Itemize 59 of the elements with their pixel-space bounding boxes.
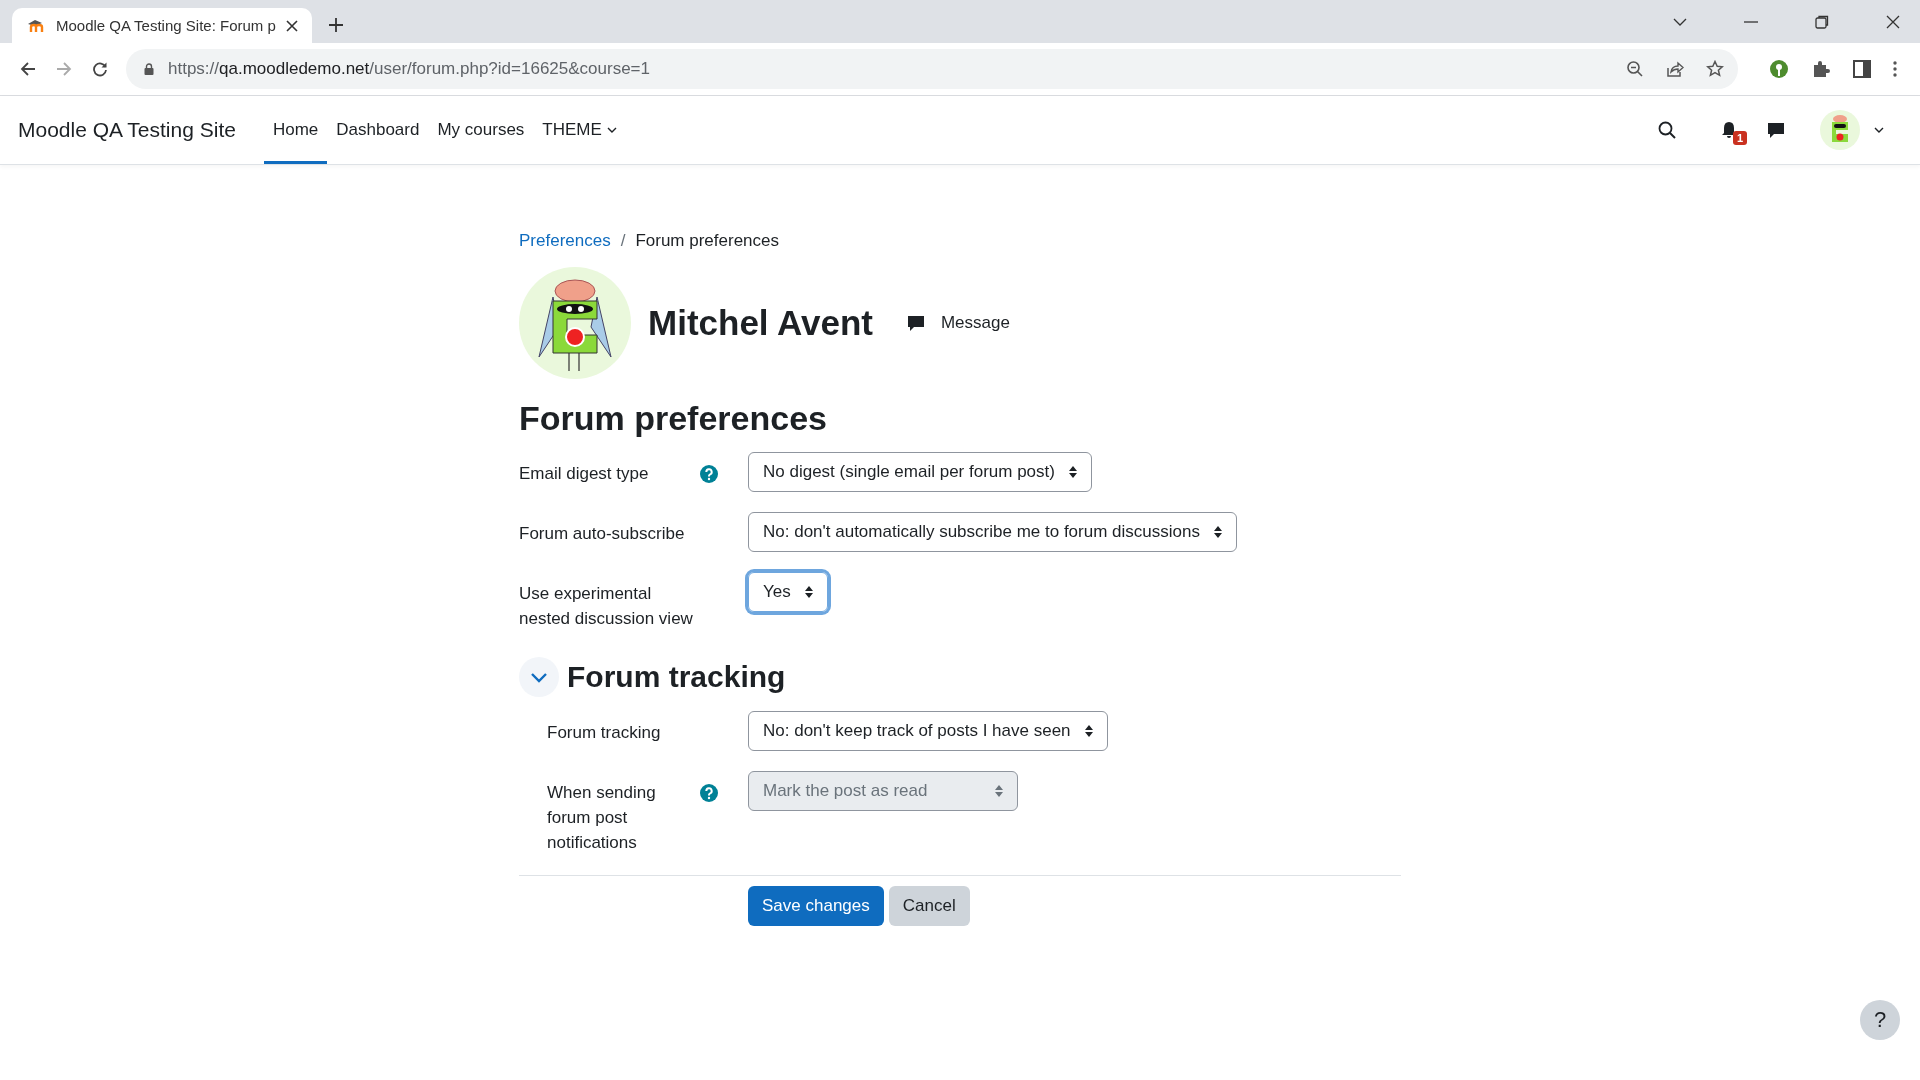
back-arrow-icon[interactable]: [20, 61, 36, 77]
sort-arrows-icon: [1068, 466, 1077, 478]
nav-link[interactable]: My courses: [428, 96, 534, 164]
breadcrumb-current: Forum preferences: [635, 231, 780, 251]
speech-bubble-icon[interactable]: [906, 314, 925, 332]
page-heading: Forum preferences: [519, 399, 828, 438]
select-dropdown[interactable]: No: don't keep track of posts I have seen: [748, 711, 1108, 751]
star-icon[interactable]: [1706, 60, 1724, 78]
chevron-down-icon[interactable]: [606, 127, 617, 133]
side-panel-icon[interactable]: [1853, 60, 1871, 78]
field-label: Forum auto-subscribe: [519, 523, 685, 545]
help-icon[interactable]: [700, 465, 718, 483]
kebab-menu-icon[interactable]: [1893, 61, 1897, 77]
url-text: https://qa.moodledemo.net/user/forum.php?id=16625&course=1: [168, 59, 650, 79]
reload-icon[interactable]: [92, 61, 108, 77]
site-name[interactable]: Moodle QA Testing Site: [18, 118, 236, 142]
field-label: Email digest type: [519, 463, 649, 485]
close-icon[interactable]: [286, 19, 298, 32]
nav-link[interactable]: THEME: [533, 96, 626, 164]
share-icon[interactable]: [1666, 60, 1684, 78]
address-bar[interactable]: https://qa.moodledemo.net/user/forum.php?id=16625&course=1: [126, 49, 1738, 89]
close-icon[interactable]: [1886, 14, 1900, 29]
save-button[interactable]: Save changes: [748, 886, 884, 926]
avatar-icon[interactable]: [1820, 110, 1860, 150]
message-link[interactable]: Message: [906, 313, 1010, 333]
speech-bubble-icon[interactable]: [1767, 121, 1785, 139]
breadcrumb-separator: /: [620, 231, 626, 251]
notification-count: 1: [1732, 131, 1747, 145]
field-label: Forum tracking: [547, 722, 661, 744]
tab-title: Moodle QA Testing Site: Forum p: [56, 17, 276, 34]
chevron-down-icon[interactable]: [1874, 127, 1884, 133]
lock-icon: [144, 63, 154, 75]
select-dropdown[interactable]: No: don't automatically subscribe me to forum discussions: [748, 512, 1237, 552]
field-label: When sending forum post notifications: [547, 782, 657, 854]
restore-icon[interactable]: [1815, 14, 1829, 29]
sort-arrows-icon: [1084, 725, 1093, 737]
nav-link[interactable]: Dashboard: [327, 96, 429, 164]
select-dropdown[interactable]: No digest (single email per forum post): [748, 452, 1092, 492]
cancel-button[interactable]: Cancel: [888, 886, 970, 926]
select-dropdown[interactable]: Yes: [748, 572, 828, 612]
sort-arrows-icon: [804, 586, 813, 598]
help-button[interactable]: ?: [1860, 1000, 1900, 1040]
nav-link[interactable]: Home: [263, 96, 328, 164]
extension-icon[interactable]: [1769, 59, 1789, 79]
section-heading: Forum tracking: [567, 660, 786, 694]
chevron-down-icon[interactable]: [1673, 17, 1687, 26]
new-tab-icon[interactable]: [328, 17, 344, 33]
browser-tab[interactable]: Moodle QA Testing Site: Forum p: [12, 8, 312, 43]
user-name: Mitchel Avent: [648, 303, 873, 343]
puzzle-piece-icon[interactable]: [1811, 59, 1831, 79]
moodle-logo-icon: [26, 18, 46, 33]
search-icon[interactable]: [1658, 121, 1676, 139]
minimize-icon[interactable]: [1744, 20, 1758, 23]
bell-icon[interactable]: [1721, 121, 1737, 139]
field-label: Use experimental nested discussion view: [519, 583, 694, 630]
sort-arrows-icon: [995, 785, 1004, 797]
sort-arrows-icon: [1213, 526, 1222, 538]
zoom-out-icon[interactable]: [1626, 60, 1644, 78]
breadcrumb-link[interactable]: Preferences: [519, 231, 611, 251]
